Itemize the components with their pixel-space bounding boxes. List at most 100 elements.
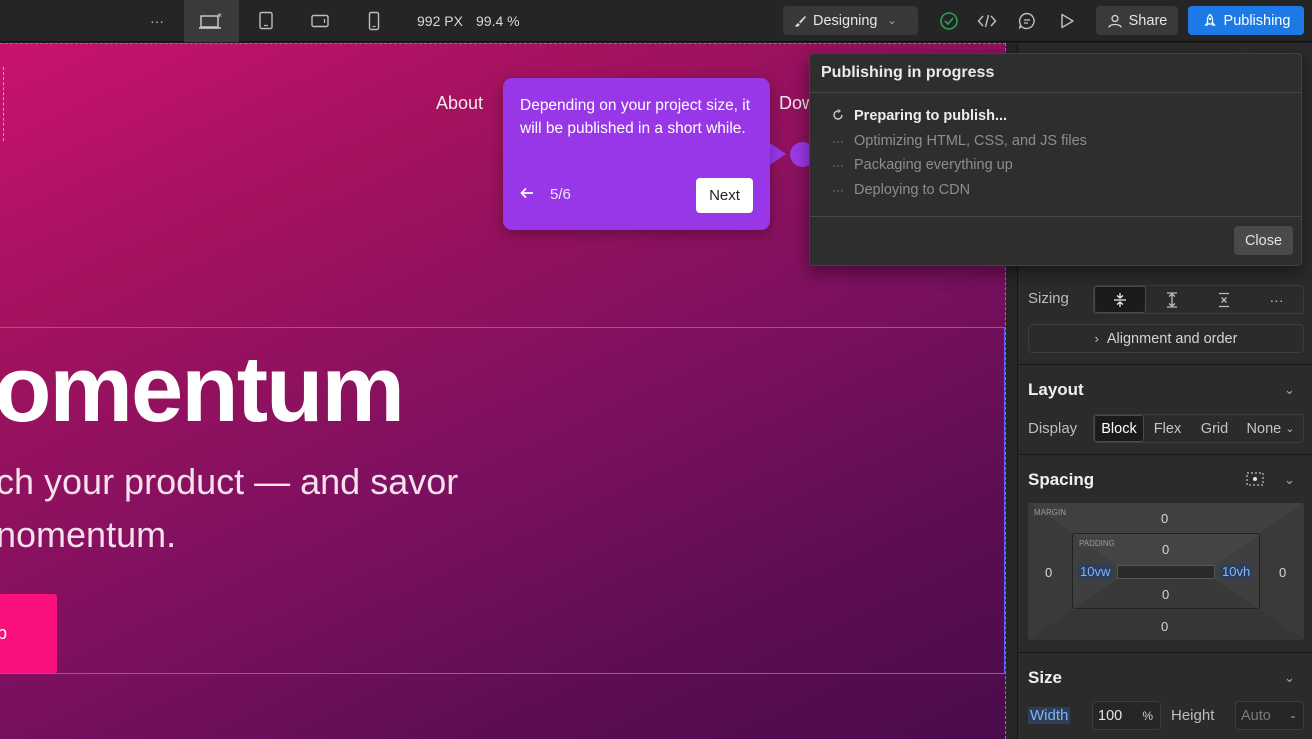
comments-button[interactable]	[1015, 0, 1039, 42]
display-option-none[interactable]: None ⌄	[1238, 415, 1303, 442]
tablet-icon	[259, 11, 273, 30]
spinner-icon	[832, 108, 844, 124]
nav-link-about[interactable]: About	[436, 93, 483, 114]
sizing-shrink-option[interactable]	[1094, 286, 1146, 313]
mobile-portrait-icon	[368, 11, 380, 31]
panel-divider	[1018, 454, 1312, 455]
code-icon	[977, 14, 997, 28]
ellipsis-icon: ···	[832, 134, 844, 148]
mobile-portrait-breakpoint-button[interactable]	[362, 0, 386, 42]
tour-tooltip: Depending on your project size, it will …	[503, 78, 770, 230]
padding-bottom-value[interactable]: 0	[1162, 587, 1169, 602]
fixed-height-icon	[1219, 292, 1229, 307]
share-button[interactable]: Share	[1096, 6, 1178, 35]
height-value: Auto	[1241, 707, 1271, 724]
canvas-edge-top	[0, 43, 1006, 44]
size-section-title[interactable]: Size	[1028, 668, 1062, 688]
chevron-down-icon: ⌄	[887, 15, 897, 27]
desktop-breakpoint-button[interactable]: *	[184, 0, 239, 42]
popover-divider	[810, 216, 1301, 217]
tour-next-button[interactable]: Next	[696, 178, 753, 213]
display-option-none-label: None	[1246, 420, 1282, 437]
compress-vertical-icon	[1114, 292, 1126, 307]
publish-label: Publishing	[1223, 12, 1291, 29]
padding-tag: PADDING	[1079, 539, 1115, 548]
publish-status-button[interactable]	[937, 0, 961, 42]
rocket-icon	[1203, 13, 1216, 26]
brush-icon	[795, 15, 806, 27]
sizing-label: Sizing	[1028, 290, 1069, 307]
mode-label: Designing	[813, 12, 878, 29]
tour-tooltip-arrow	[770, 143, 786, 165]
width-label[interactable]: Width	[1028, 707, 1071, 724]
zoom-readout[interactable]: 99.4 %	[476, 0, 520, 42]
hero-subtitle-line-2[interactable]: nomentum.	[0, 514, 176, 556]
mobile-landscape-icon	[311, 14, 329, 28]
height-unit[interactable]: -	[1291, 709, 1295, 723]
canvas-width-readout: 992 PX	[417, 13, 463, 29]
popover-divider	[810, 92, 1301, 93]
hero-cta-button[interactable]: p	[0, 594, 57, 673]
padding-right-value[interactable]: 10vh	[1220, 564, 1253, 579]
ellipsis-icon: ···	[832, 158, 844, 172]
display-option-flex[interactable]: Flex	[1144, 415, 1191, 442]
display-option-grid[interactable]: Grid	[1191, 415, 1238, 442]
display-option-block[interactable]: Block	[1094, 415, 1144, 442]
mode-dropdown[interactable]: Designing ⌄	[783, 6, 918, 35]
publish-step-label: Deploying to CDN	[854, 182, 971, 198]
publishing-popover-caret	[1233, 44, 1251, 53]
desktop-star-icon: *	[198, 12, 222, 29]
spacing-preset-icon[interactable]	[1245, 470, 1265, 493]
user-icon	[1107, 14, 1122, 28]
close-button[interactable]: Close	[1234, 226, 1293, 255]
chevron-right-icon: ›	[1094, 331, 1099, 346]
preview-button[interactable]	[1055, 0, 1079, 42]
display-segmented-control: Block Flex Grid None ⌄	[1093, 414, 1304, 443]
sizing-fixed-option[interactable]	[1198, 286, 1250, 313]
back-arrow-icon[interactable]	[519, 186, 535, 205]
margin-top-value[interactable]: 0	[1161, 511, 1168, 526]
padding-box: PADDING 0 10vw 10vh 0	[1072, 533, 1260, 609]
width-unit[interactable]: %	[1142, 709, 1153, 723]
publish-step-pending: ··· Deploying to CDN	[832, 182, 970, 198]
tablet-breakpoint-button[interactable]	[252, 0, 280, 42]
publish-step-active: Preparing to publish...	[832, 108, 1007, 124]
publish-step-pending: ··· Packaging everything up	[832, 157, 1013, 173]
more-menu-button[interactable]: ···	[140, 0, 174, 42]
tour-step-counter: 5/6	[550, 186, 571, 203]
publish-step-label: Preparing to publish...	[854, 108, 1008, 124]
play-icon	[1061, 13, 1074, 29]
publish-step-label: Optimizing HTML, CSS, and JS files	[854, 133, 1087, 149]
ellipsis-icon: ···	[832, 183, 844, 197]
alignment-order-label: Alignment and order	[1106, 330, 1238, 347]
layout-section-title[interactable]: Layout	[1028, 380, 1084, 400]
display-label: Display	[1028, 420, 1078, 437]
sizing-fit-option[interactable]	[1146, 286, 1198, 313]
width-input[interactable]: 100 %	[1092, 701, 1161, 730]
spacing-section-title[interactable]: Spacing	[1028, 470, 1094, 490]
height-input[interactable]: Auto -	[1235, 701, 1304, 730]
padding-top-value[interactable]: 0	[1162, 542, 1169, 557]
publish-step-pending: ··· Optimizing HTML, CSS, and JS files	[832, 133, 1087, 149]
chevron-down-icon[interactable]: ⌄	[1284, 472, 1295, 488]
publish-button[interactable]: Publishing	[1188, 6, 1304, 35]
panel-divider	[1018, 652, 1312, 653]
code-view-button[interactable]	[975, 0, 999, 42]
margin-left-value[interactable]: 0	[1045, 565, 1052, 580]
chevron-down-icon[interactable]: ⌄	[1284, 382, 1295, 398]
margin-bottom-value[interactable]: 0	[1161, 619, 1168, 634]
height-label: Height	[1171, 707, 1215, 724]
hero-title[interactable]: omentum	[0, 335, 405, 443]
comment-icon	[1018, 12, 1035, 30]
spacing-editor: MARGIN 0 0 0 0 PADDING 0 10vw 10vh 0	[1028, 503, 1304, 640]
mobile-landscape-breakpoint-button[interactable]	[305, 0, 335, 42]
tour-text: Depending on your project size, it will …	[520, 97, 751, 137]
top-toolbar: ··· * 992 PX 99.4 % Designing ⌄ Share Pu…	[0, 0, 1312, 42]
chevron-down-icon: ⌄	[1285, 423, 1295, 435]
margin-right-value[interactable]: 0	[1279, 565, 1286, 580]
alignment-order-button[interactable]: › Alignment and order	[1028, 324, 1304, 353]
chevron-down-icon[interactable]: ⌄	[1284, 670, 1295, 686]
hero-subtitle-line-1[interactable]: ch your product — and savor	[0, 461, 458, 503]
sizing-more-option[interactable]: ···	[1250, 286, 1303, 313]
padding-left-value[interactable]: 10vw	[1078, 564, 1113, 579]
